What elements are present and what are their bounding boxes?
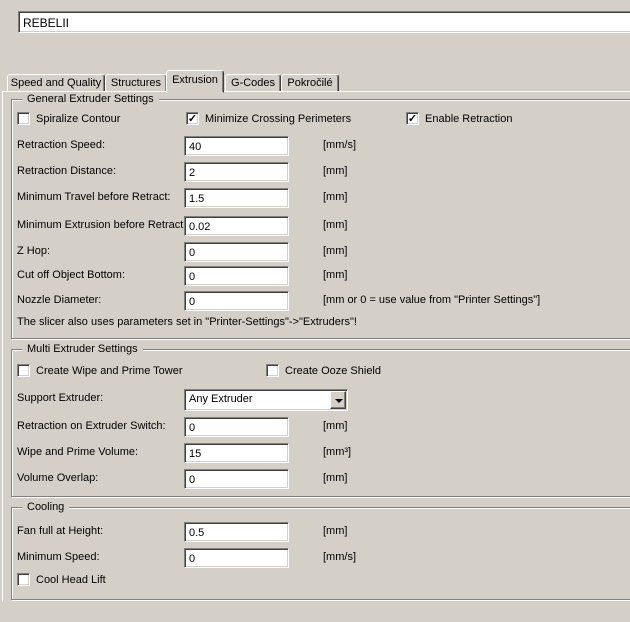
selected-option: Any Extruder (189, 393, 253, 405)
checkbox-label: Enable Retraction (425, 113, 512, 125)
checkbox-mark (17, 573, 30, 586)
field-label: Minimum Extrusion before Retract: (17, 219, 187, 231)
support-extruder-row: Support Extruder: Any Extruder (12, 389, 630, 411)
field-label: Fan full at Height: (17, 525, 187, 537)
slicer-parameters-note: The slicer also uses parameters set in "… (17, 316, 357, 328)
tab-speed-and-quality[interactable]: Speed and Quality (7, 74, 105, 92)
checkbox-label: Minimize Crossing Perimeters (205, 113, 351, 125)
tab-extrusion[interactable]: Extrusion (166, 70, 224, 93)
z-hop-row: Z Hop: [mm] (12, 242, 630, 262)
field-unit: [mm] (323, 269, 347, 281)
field-label: Retraction on Extruder Switch: (17, 420, 187, 432)
multi-extruder-settings-group: Multi Extruder Settings Create Wipe and … (11, 349, 630, 497)
field-unit: [mm or 0 = use value from "Printer Setti… (323, 294, 540, 306)
field-unit: [mm] (323, 245, 347, 257)
group-title: General Extruder Settings (22, 92, 159, 106)
field-label: Cut off Object Bottom: (17, 269, 187, 281)
field-unit: [mm] (323, 472, 347, 484)
tab-structures[interactable]: Structures (105, 74, 167, 92)
support-extruder-select[interactable]: Any Extruder (184, 389, 348, 411)
minimum-extrusion-before-retract-row: Minimum Extrusion before Retract: [mm] (12, 216, 630, 236)
multi-checkbox-row: Create Wipe and Prime Tower Create Ooze … (12, 364, 630, 384)
wipe-and-prime-volume-row: Wipe and Prime Volume: [mm³] (12, 443, 630, 463)
retraction-distance-row: Retraction Distance: [mm] (12, 162, 630, 182)
nozzle-diameter-row: Nozzle Diameter: [mm or 0 = use value fr… (12, 291, 630, 311)
checkbox-mark (17, 364, 30, 377)
field-label: Wipe and Prime Volume: (17, 446, 187, 458)
retraction-speed-input[interactable] (184, 136, 289, 156)
field-label: Retraction Speed: (17, 139, 187, 151)
field-unit: [mm] (323, 525, 347, 537)
tab-g-codes[interactable]: G-Codes (225, 74, 281, 92)
cooling-checkbox-row: Cool Head Lift (12, 573, 630, 593)
cut-off-object-bottom-row: Cut off Object Bottom: [mm] (12, 266, 630, 286)
volume-overlap-row: Volume Overlap: [mm] (12, 469, 630, 489)
profile-name-input[interactable] (18, 11, 630, 33)
fan-full-at-height-row: Fan full at Height: [mm] (12, 522, 630, 542)
general-checkbox-row: Spiralize Contour ✓ Minimize Crossing Per… (12, 112, 630, 132)
group-title: Cooling (22, 500, 69, 514)
enable-retraction-checkbox[interactable]: ✓ Enable Retraction (406, 112, 512, 126)
spiralize-contour-checkbox[interactable]: Spiralize Contour (17, 112, 120, 126)
general-extruder-settings-group: General Extruder Settings Spiralize Cont… (11, 99, 630, 339)
volume-overlap-input[interactable] (184, 469, 289, 489)
wipe-and-prime-volume-input[interactable] (184, 443, 289, 463)
field-unit: [mm/s] (323, 139, 356, 151)
cool-head-lift-checkbox[interactable]: Cool Head Lift (17, 573, 106, 587)
field-label: Retraction Distance: (17, 165, 187, 177)
field-unit: [mm] (323, 191, 347, 203)
field-label: Minimum Travel before Retract: (17, 191, 187, 203)
chevron-down-icon (335, 399, 343, 403)
minimum-speed-row: Minimum Speed: [mm/s] (12, 548, 630, 568)
field-unit: [mm] (323, 165, 347, 177)
field-label: Nozzle Diameter: (17, 294, 187, 306)
field-unit: [mm/s] (323, 551, 356, 563)
group-title: Multi Extruder Settings (22, 342, 143, 356)
settings-dialog: Speed and Quality Structures Extrusion G… (0, 0, 630, 622)
retraction-on-extruder-switch-row: Retraction on Extruder Switch: [mm] (12, 417, 630, 437)
minimum-extrusion-before-retract-input[interactable] (184, 216, 289, 236)
checkbox-label: Spiralize Contour (36, 113, 120, 125)
retraction-distance-input[interactable] (184, 162, 289, 182)
checkbox-label: Create Ooze Shield (285, 365, 381, 377)
checkbox-mark: ✓ (186, 112, 199, 125)
field-unit: [mm] (323, 219, 347, 231)
field-label: Minimum Speed: (17, 551, 187, 563)
field-label: Support Extruder: (17, 392, 187, 404)
cooling-group: Cooling Fan full at Height: [mm] Minimum… (11, 507, 630, 600)
create-wipe-and-prime-tower-checkbox[interactable]: Create Wipe and Prime Tower (17, 364, 183, 378)
nozzle-diameter-input[interactable] (184, 291, 289, 311)
checkbox-label: Cool Head Lift (36, 574, 106, 586)
cut-off-object-bottom-input[interactable] (184, 266, 289, 286)
checkbox-label: Create Wipe and Prime Tower (36, 365, 183, 377)
minimum-travel-before-retract-input[interactable] (184, 188, 289, 208)
retraction-speed-row: Retraction Speed: [mm/s] (12, 136, 630, 156)
field-label: Volume Overlap: (17, 472, 187, 484)
checkbox-mark (17, 112, 30, 125)
create-ooze-shield-checkbox[interactable]: Create Ooze Shield (266, 364, 381, 378)
dropdown-arrow-button[interactable] (330, 391, 346, 409)
minimize-crossing-perimeters-checkbox[interactable]: ✓ Minimize Crossing Perimeters (186, 112, 351, 126)
extrusion-tab-page: General Extruder Settings Spiralize Cont… (2, 91, 630, 602)
checkbox-mark: ✓ (406, 112, 419, 125)
minimum-speed-input[interactable] (184, 548, 289, 568)
field-unit: [mm³] (323, 446, 351, 458)
checkbox-mark (266, 364, 279, 377)
field-unit: [mm] (323, 420, 347, 432)
tab-pokrocile[interactable]: Pokročilé (281, 74, 339, 92)
field-label: Z Hop: (17, 245, 187, 257)
retraction-on-extruder-switch-input[interactable] (184, 417, 289, 437)
z-hop-input[interactable] (184, 242, 289, 262)
fan-full-at-height-input[interactable] (184, 522, 289, 542)
minimum-travel-before-retract-row: Minimum Travel before Retract: [mm] (12, 188, 630, 208)
